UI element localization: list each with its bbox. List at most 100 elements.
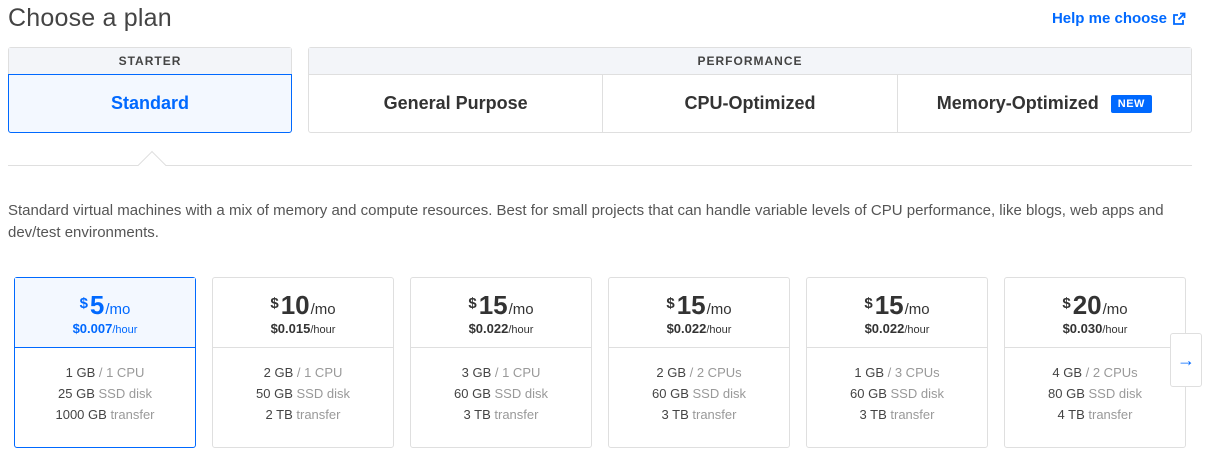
monthly-price: 5 (89, 290, 105, 320)
plan-price-block: $ 15 /mo $0.022/hour (609, 278, 789, 348)
currency-symbol: $ (666, 295, 675, 312)
monthly-unit: /mo (1102, 301, 1128, 318)
new-badge: NEW (1110, 94, 1152, 113)
disk-label: SSD disk (494, 386, 548, 401)
disk-value: 60 GB (454, 386, 491, 401)
hourly-price: $0.015 (270, 321, 311, 336)
plan-card[interactable]: $ 15 /mo $0.022/hour 2 GB / 2 CPUs 60 GB… (608, 277, 790, 448)
arrow-right-icon: → (1177, 349, 1195, 370)
monthly-unit: /mo (706, 301, 732, 318)
page-title: Choose a plan (8, 4, 172, 32)
transfer-label: transfer (692, 407, 737, 422)
cpu-value: / 1 CPU (296, 365, 343, 380)
plan-card[interactable]: $ 20 /mo $0.030/hour 4 GB / 2 CPUs 80 GB… (1004, 277, 1186, 448)
tab-general-purpose-label: General Purpose (383, 93, 528, 113)
external-link-icon (1173, 12, 1186, 25)
tab-memory-optimized[interactable]: Memory-Optimized NEW (896, 75, 1191, 132)
transfer-label: transfer (1088, 407, 1133, 422)
next-plans-button[interactable]: → (1170, 333, 1202, 387)
disk-value: 60 GB (850, 386, 887, 401)
cpu-value: / 2 CPUs (689, 365, 742, 380)
disk-label: SSD disk (1088, 386, 1142, 401)
plan-specs: 1 GB / 1 CPU 25 GB SSD disk 1000 GB tran… (15, 348, 195, 425)
disk-label: SSD disk (692, 386, 746, 401)
monthly-unit: /mo (105, 301, 131, 318)
starter-group: STARTER Standard (8, 47, 292, 133)
disk-value: 60 GB (652, 386, 689, 401)
starter-group-label: STARTER (9, 48, 291, 75)
hourly-unit: /hour (112, 324, 138, 336)
monthly-price: 15 (874, 290, 904, 320)
hourly-unit: /hour (508, 324, 534, 336)
currency-symbol: $ (270, 295, 279, 312)
monthly-unit: /mo (904, 301, 930, 318)
memory-value: 2 GB (656, 365, 686, 380)
hourly-unit: /hour (1102, 324, 1128, 336)
help-link-label: Help me choose (1051, 10, 1167, 27)
transfer-value: 3 TB (463, 407, 491, 422)
hourly-price: $0.022 (468, 321, 509, 336)
cpu-value: / 1 CPU (494, 365, 541, 380)
transfer-label: transfer (494, 407, 539, 422)
currency-symbol: $ (1062, 295, 1071, 312)
hourly-unit: /hour (904, 324, 930, 336)
cpu-value: / 3 CPUs (887, 365, 940, 380)
currency-symbol: $ (79, 295, 88, 312)
monthly-price: 20 (1072, 290, 1102, 320)
plan-description: Standard virtual machines with a mix of … (8, 202, 1164, 241)
memory-value: 1 GB (854, 365, 884, 380)
plan-card[interactable]: $ 15 /mo $0.022/hour 3 GB / 1 CPU 60 GB … (410, 277, 592, 448)
monthly-price: 15 (478, 290, 508, 320)
monthly-unit: /mo (310, 301, 336, 318)
disk-value: 50 GB (256, 386, 293, 401)
hourly-price: $0.030 (1062, 321, 1103, 336)
tab-general-purpose[interactable]: General Purpose (309, 75, 602, 132)
tab-cpu-optimized-label: CPU-Optimized (684, 93, 816, 113)
hourly-unit: /hour (706, 324, 732, 336)
plan-price-block: $ 15 /mo $0.022/hour (411, 278, 591, 348)
hourly-price: $0.022 (864, 321, 905, 336)
plan-specs: 1 GB / 3 CPUs 60 GB SSD disk 3 TB transf… (807, 348, 987, 425)
cpu-value: / 2 CPUs (1085, 365, 1138, 380)
help-me-choose-link[interactable]: Help me choose (1052, 10, 1186, 27)
disk-value: 80 GB (1048, 386, 1085, 401)
tab-standard[interactable]: Standard (8, 74, 292, 133)
memory-value: 4 GB (1052, 365, 1082, 380)
tab-standard-label: Standard (110, 93, 189, 113)
memory-value: 3 GB (461, 365, 492, 380)
plan-card[interactable]: $ 5 /mo $0.007/hour 1 GB / 1 CPU 25 GB S… (14, 277, 196, 448)
monthly-price: 15 (676, 290, 706, 320)
transfer-label: transfer (296, 407, 341, 422)
performance-group: PERFORMANCE General Purpose CPU-Optimize… (308, 47, 1192, 133)
hourly-price: $0.022 (666, 321, 707, 336)
transfer-value: 3 TB (661, 407, 689, 422)
transfer-value: 4 TB (1057, 407, 1085, 422)
hourly-unit: /hour (310, 324, 336, 336)
plan-card[interactable]: $ 10 /mo $0.015/hour 2 GB / 1 CPU 50 GB … (212, 277, 394, 448)
plan-price-block: $ 10 /mo $0.015/hour (213, 278, 393, 348)
plan-specs: 2 GB / 2 CPUs 60 GB SSD disk 3 TB transf… (609, 348, 789, 425)
transfer-value: 2 TB (265, 407, 293, 422)
disk-label: SSD disk (296, 386, 350, 401)
monthly-unit: /mo (508, 301, 534, 318)
performance-group-label: PERFORMANCE (309, 48, 1191, 75)
transfer-value: 3 TB (859, 407, 887, 422)
hourly-price: $0.007 (72, 321, 113, 336)
plan-specs: 2 GB / 1 CPU 50 GB SSD disk 2 TB transfe… (213, 348, 393, 425)
monthly-price: 10 (280, 290, 310, 320)
plan-card[interactable]: $ 15 /mo $0.022/hour 1 GB / 3 CPUs 60 GB… (806, 277, 988, 448)
section-divider (8, 165, 1192, 166)
transfer-value: 1000 GB (55, 407, 107, 422)
memory-value: 1 GB (65, 365, 96, 380)
transfer-label: transfer (890, 407, 935, 422)
plan-price-block: $ 15 /mo $0.022/hour (807, 278, 987, 348)
tab-cpu-optimized[interactable]: CPU-Optimized (602, 75, 896, 132)
plan-specs: 4 GB / 2 CPUs 80 GB SSD disk 4 TB transf… (1005, 348, 1185, 425)
memory-value: 2 GB (263, 365, 294, 380)
currency-symbol: $ (864, 295, 873, 312)
cpu-value: / 1 CPU (98, 365, 145, 380)
tab-memory-optimized-label: Memory-Optimized (936, 93, 1099, 113)
currency-symbol: $ (468, 295, 477, 312)
transfer-label: transfer (110, 407, 155, 422)
disk-label: SSD disk (98, 386, 152, 401)
